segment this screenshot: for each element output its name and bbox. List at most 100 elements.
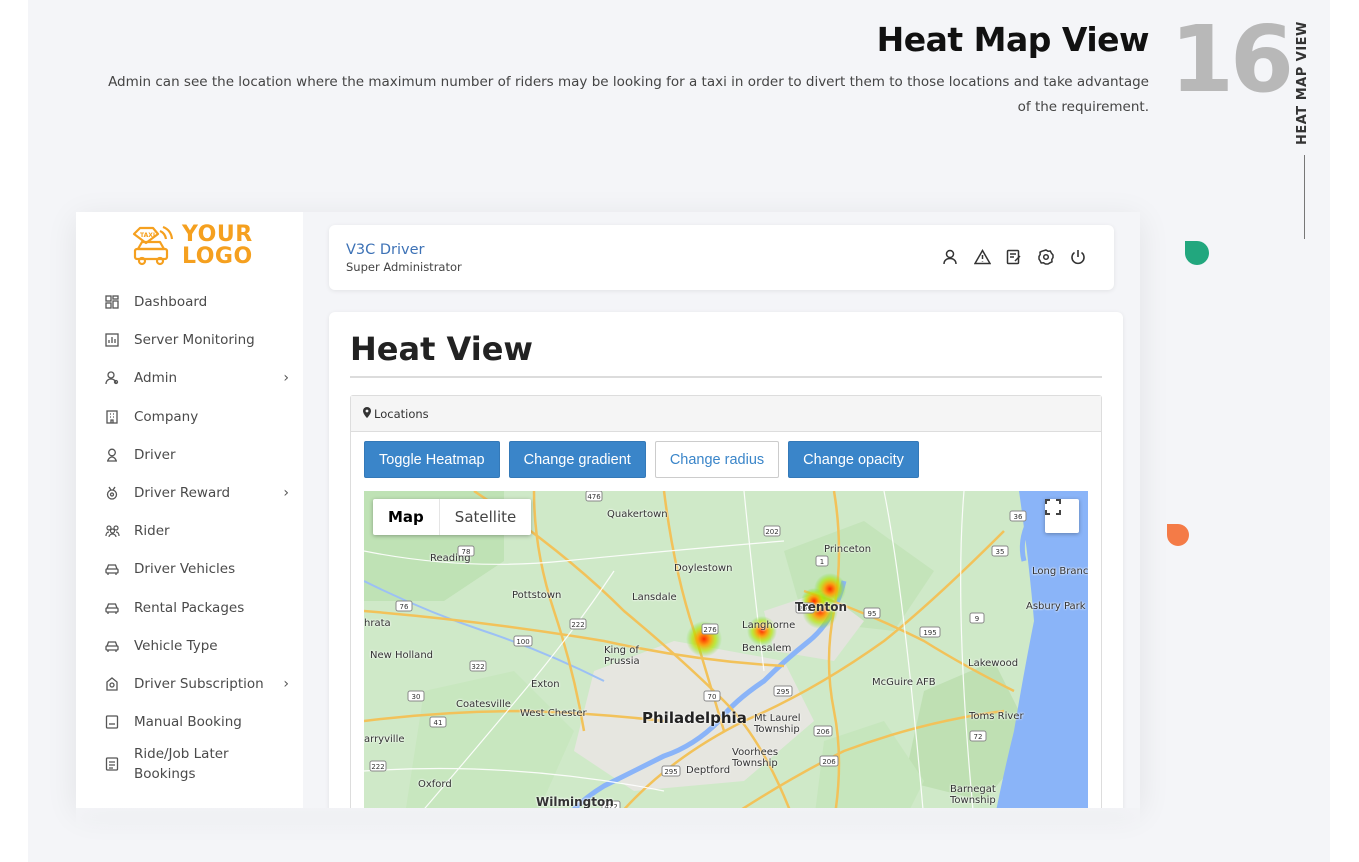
map-label: Quakertown — [607, 509, 668, 520]
map-label: West Chester — [520, 708, 587, 719]
power-icon[interactable] — [1068, 247, 1088, 267]
svg-text:276: 276 — [703, 626, 717, 634]
sidebar-nav: Dashboard Server Monitoring Admin › Comp… — [76, 283, 303, 787]
chevron-right-icon: › — [283, 485, 289, 502]
map-label: Philadelphia — [642, 709, 747, 727]
user-role: Super Administrator — [346, 260, 462, 274]
car-icon — [104, 600, 120, 616]
chart-icon — [104, 332, 120, 348]
map-label: hrata — [364, 618, 391, 629]
car-icon — [104, 638, 120, 654]
svg-text:206: 206 — [816, 728, 830, 736]
sidebar-item-label: Company — [134, 408, 199, 425]
driver-icon — [104, 447, 120, 463]
map-base: 476 202 78 222 100 76 322 30 41 222 1 19… — [364, 491, 1088, 808]
svg-text:476: 476 — [587, 493, 601, 501]
map-type-control: Map Satellite — [373, 499, 532, 535]
sidebar-item-vehicle-type[interactable]: Vehicle Type — [76, 627, 303, 665]
svg-text:35: 35 — [996, 548, 1005, 556]
svg-text:195: 195 — [923, 629, 936, 637]
svg-text:76: 76 — [400, 603, 409, 611]
settings-icon[interactable] — [1036, 247, 1056, 267]
top-bar-actions — [940, 247, 1088, 267]
alert-icon[interactable] — [972, 247, 992, 267]
map-label: Toms River — [969, 711, 1024, 722]
orange-decoration — [1167, 524, 1189, 546]
fullscreen-icon[interactable] — [1045, 499, 1079, 533]
sidebar-item-rental-packages[interactable]: Rental Packages — [76, 589, 303, 627]
side-divider — [1304, 155, 1305, 239]
svg-text:TAXI: TAXI — [140, 232, 155, 239]
map-label: Coatesville — [456, 699, 511, 710]
logo-line-1: YOUR — [182, 222, 253, 247]
sidebar-item-label: Driver Vehicles — [134, 561, 236, 578]
riders-icon — [104, 523, 120, 539]
svg-text:41: 41 — [434, 719, 443, 727]
sidebar-item-admin[interactable]: Admin › — [76, 359, 303, 397]
page-title: Heat Map View — [876, 20, 1150, 59]
map-label: King of Prussia — [604, 645, 640, 667]
sidebar-item-server-monitoring[interactable]: Server Monitoring — [76, 321, 303, 359]
logo[interactable]: TAXI YOUR LOGO — [130, 224, 253, 268]
sidebar-item-label: Driver Subscription — [134, 675, 264, 692]
app-window: TAXI YOUR LOGO Dashboard Server Monitori… — [76, 212, 1140, 808]
svg-text:95: 95 — [868, 610, 877, 618]
sidebar-item-driver-reward[interactable]: Driver Reward › — [76, 474, 303, 512]
sidebar-item-driver[interactable]: Driver — [76, 436, 303, 474]
sidebar-item-label: Vehicle Type — [134, 637, 218, 654]
heatmap-controls: Toggle Heatmap Change gradient Change ra… — [364, 441, 919, 478]
svg-text:100: 100 — [516, 638, 529, 646]
chevron-right-icon: › — [283, 370, 289, 387]
sidebar-item-rider[interactable]: Rider — [76, 512, 303, 550]
heat-map[interactable]: 476 202 78 222 100 76 322 30 41 222 1 19… — [364, 491, 1088, 808]
medal-icon — [104, 485, 120, 501]
map-marker-icon — [363, 406, 371, 421]
map-label: Princeton — [824, 544, 872, 555]
svg-text:295: 295 — [664, 768, 677, 776]
sidebar-item-driver-subscription[interactable]: Driver Subscription › — [76, 665, 303, 703]
map-label: Barnegat Township — [950, 784, 996, 806]
change-radius-button[interactable]: Change radius — [654, 441, 780, 478]
sidebar-item-label: Dashboard — [134, 294, 208, 311]
svg-text:70: 70 — [708, 693, 717, 701]
subscription-icon — [104, 676, 120, 692]
change-gradient-button[interactable]: Change gradient — [508, 441, 646, 478]
map-label: Trenton — [795, 600, 847, 614]
bottom-fade — [76, 808, 1140, 832]
panel-title: Locations — [374, 406, 429, 421]
map-type-satellite[interactable]: Satellite — [440, 499, 531, 535]
sidebar-item-driver-vehicles[interactable]: Driver Vehicles — [76, 550, 303, 588]
sidebar-item-company[interactable]: Company — [76, 398, 303, 436]
svg-text:222: 222 — [571, 621, 584, 629]
sidebar-item-dashboard[interactable]: Dashboard — [76, 283, 303, 321]
page-description: Admin can see the location where the max… — [108, 74, 1149, 115]
sidebar-item-manual-booking[interactable]: Manual Booking — [76, 703, 303, 741]
user-icon[interactable] — [940, 247, 960, 267]
taxi-logo-icon: TAXI — [132, 225, 174, 266]
svg-text:9: 9 — [975, 615, 979, 623]
top-bar: V3C Driver Super Administrator — [329, 225, 1114, 290]
map-label: Voorhees Township — [732, 747, 779, 769]
svg-text:72: 72 — [974, 733, 983, 741]
map-label: Bensalem — [742, 643, 792, 654]
change-opacity-button[interactable]: Change opacity — [788, 441, 919, 478]
map-label: Langhorne — [742, 620, 796, 631]
sidebar-item-label: Admin — [134, 370, 178, 387]
svg-text:322: 322 — [471, 663, 484, 671]
green-decoration — [1185, 241, 1209, 265]
dashboard-icon — [104, 294, 120, 310]
toggle-heatmap-button[interactable]: Toggle Heatmap — [364, 441, 500, 478]
sidebar-item-label: Manual Booking — [134, 714, 242, 731]
map-label: Mt Laurel Township — [754, 713, 801, 735]
booking-icon — [104, 714, 120, 730]
map-label: Oxford — [418, 779, 452, 790]
svg-text:30: 30 — [412, 693, 421, 701]
car-icon — [104, 561, 120, 577]
map-type-map[interactable]: Map — [373, 499, 440, 535]
edit-icon[interactable] — [1004, 247, 1024, 267]
chevron-right-icon: › — [283, 675, 289, 692]
page-number: 16 — [1170, 6, 1294, 113]
svg-text:206: 206 — [822, 758, 836, 766]
sidebar-item-ride-later-bookings[interactable]: Ride/Job Later Bookings — [76, 741, 303, 787]
map-label: Wilmington — [536, 795, 614, 808]
